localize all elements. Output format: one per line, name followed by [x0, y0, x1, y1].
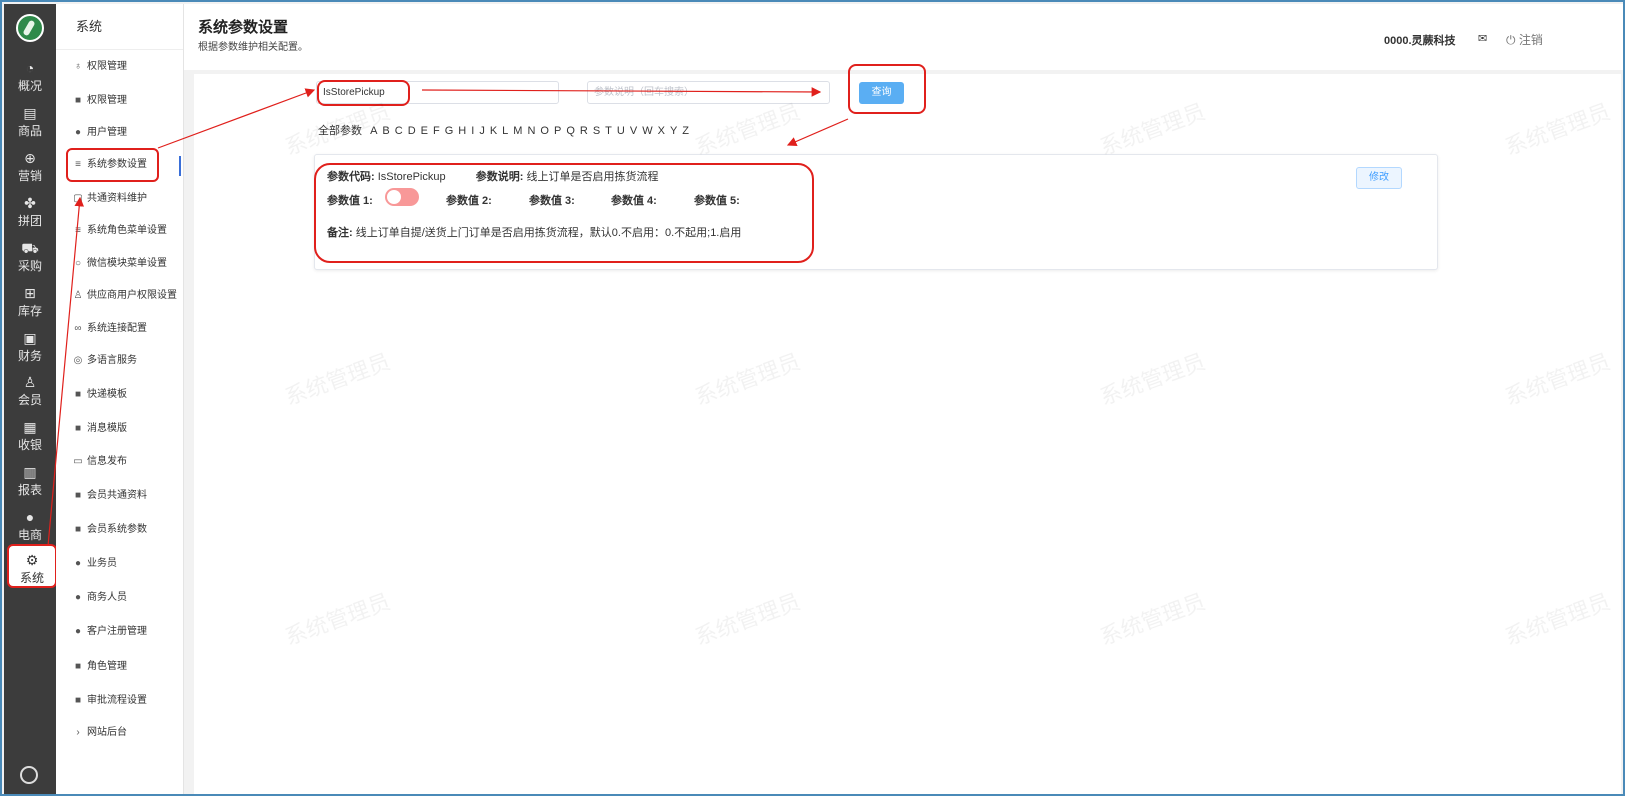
annotation-arrows	[47, 87, 849, 547]
app-window: 系统管理员 系统管理员 系统管理员 系统管理员 系统管理员 系统管理员 系统管理员 系统管理员…	[0, 0, 1625, 796]
arrow-input-to-query	[421, 87, 822, 97]
arrow-system-to-menu	[47, 196, 85, 547]
